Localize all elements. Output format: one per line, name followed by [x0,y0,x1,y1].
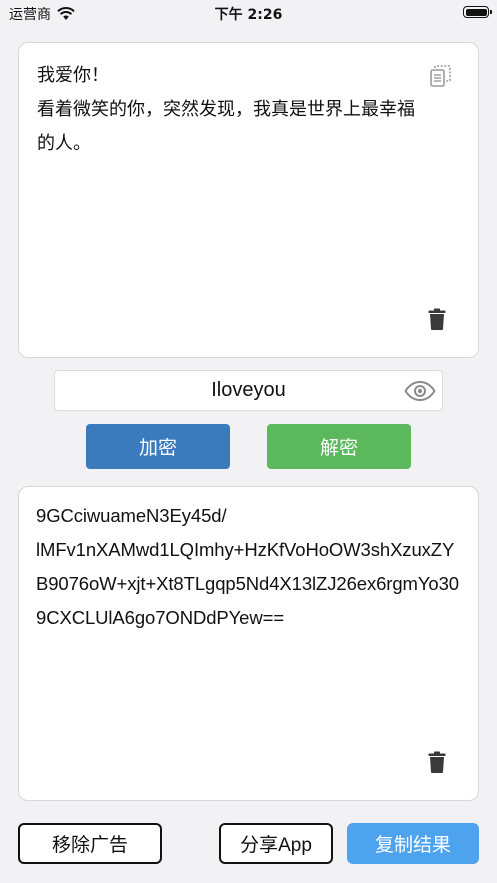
copy-result-button[interactable]: 复制结果 [347,823,479,864]
output-text[interactable]: 9GCciwuameN3Ey45d/ lMFv1nXAMwd1LQImhy+Hz… [36,499,462,635]
decrypt-button[interactable]: 解密 [267,424,411,469]
battery-icon [463,6,492,18]
key-field[interactable] [54,370,443,411]
output-text-card[interactable]: 9GCciwuameN3Ey45d/ lMFv1nXAMwd1LQImhy+Hz… [18,486,479,801]
input-trash-icon[interactable] [424,306,450,332]
output-trash-icon[interactable] [424,749,450,775]
remove-ads-button[interactable]: 移除广告 [18,823,162,864]
encrypt-button[interactable]: 加密 [86,424,230,469]
input-text-card[interactable]: 我爱你！ 看着微笑的你，突然发现，我真是世界上最幸福的人。 [18,42,479,358]
share-app-button[interactable]: 分享App [219,823,333,864]
copy-icon[interactable] [428,63,454,89]
clock: 下午 2:26 [214,7,283,23]
input-text[interactable]: 我爱你！ 看着微笑的你，突然发现，我真是世界上最幸福的人。 [37,59,418,161]
key-input[interactable] [55,371,442,410]
eye-icon[interactable] [404,377,436,405]
status-bar: 运营商 下午 2:26 [0,0,497,26]
